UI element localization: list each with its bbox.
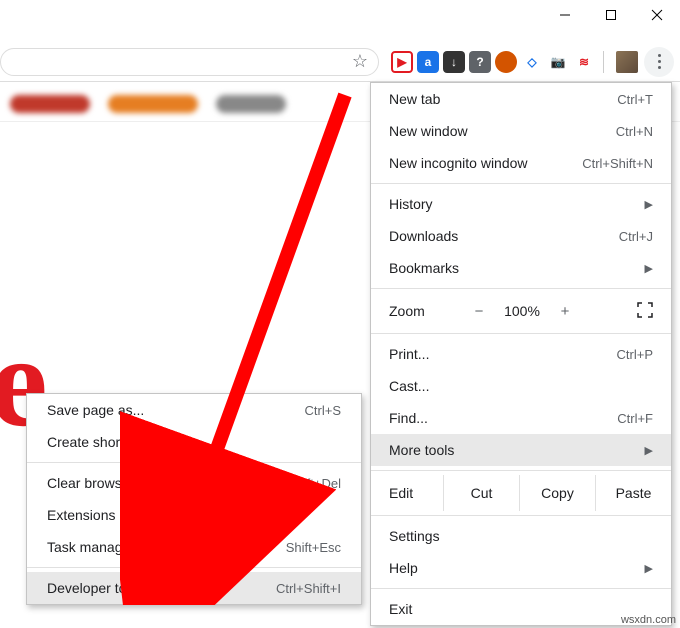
watermark: wsxdn.com <box>621 614 676 626</box>
browser-menu-button[interactable] <box>644 47 674 77</box>
menu-more-tools[interactable]: More tools▶ <box>371 434 671 466</box>
menu-new-tab[interactable]: New tabCtrl+T <box>371 83 671 115</box>
menu-print[interactable]: Print...Ctrl+P <box>371 338 671 370</box>
submenu-task-manager[interactable]: Task managerShift+Esc <box>27 531 361 563</box>
submenu-developer-tools[interactable]: Developer toolsCtrl+Shift+I <box>27 572 361 604</box>
bookmark-item[interactable] <box>10 95 90 113</box>
ext-red-play[interactable]: ▶ <box>391 51 413 73</box>
submenu-save-page[interactable]: Save page as...Ctrl+S <box>27 394 361 426</box>
zoom-value: 100% <box>497 303 547 319</box>
ext-tag[interactable]: ◇ <box>521 51 543 73</box>
browser-main-menu: New tabCtrl+T New windowCtrl+N New incog… <box>370 82 672 626</box>
paste-button[interactable]: Paste <box>595 475 671 511</box>
menu-history[interactable]: History▶ <box>371 188 671 220</box>
maximize-button[interactable] <box>588 0 634 30</box>
menu-help[interactable]: Help▶ <box>371 552 671 584</box>
bookmark-item[interactable] <box>216 95 286 113</box>
browser-toolbar: ☆ ▶a↓? ◇📷≋ <box>0 42 680 82</box>
cut-button[interactable]: Cut <box>443 475 519 511</box>
menu-zoom: Zoom − 100% + <box>371 293 671 329</box>
chevron-right-icon: ▶ <box>645 562 653 575</box>
menu-new-window[interactable]: New windowCtrl+N <box>371 115 671 147</box>
minimize-button[interactable] <box>542 0 588 30</box>
ext-camera[interactable]: 📷 <box>547 51 569 73</box>
edit-label: Edit <box>371 485 443 501</box>
profile-avatar[interactable] <box>616 51 638 73</box>
window-controls <box>542 0 680 30</box>
menu-bookmarks[interactable]: Bookmarks▶ <box>371 252 671 284</box>
copy-button[interactable]: Copy <box>519 475 595 511</box>
menu-settings[interactable]: Settings <box>371 520 671 552</box>
chevron-right-icon: ▶ <box>645 444 653 457</box>
zoom-out-button[interactable]: − <box>461 303 497 320</box>
toolbar-divider <box>603 51 604 73</box>
zoom-in-button[interactable]: + <box>547 303 583 320</box>
bookmark-item[interactable] <box>108 95 198 113</box>
address-bar[interactable]: ☆ <box>0 48 379 76</box>
more-tools-submenu: Save page as...Ctrl+S Create shortcut...… <box>26 393 362 605</box>
chevron-right-icon: ▶ <box>645 198 653 211</box>
bookmark-star-icon[interactable]: ☆ <box>352 51 368 72</box>
zoom-label: Zoom <box>389 303 461 319</box>
ext-png-download[interactable]: ↓ <box>443 51 465 73</box>
menu-downloads[interactable]: DownloadsCtrl+J <box>371 220 671 252</box>
menu-find[interactable]: Find...Ctrl+F <box>371 402 671 434</box>
submenu-clear-browsing-data[interactable]: Clear browsing data...Ctrl+Shift+Del <box>27 467 361 499</box>
submenu-extensions[interactable]: Extensions <box>27 499 361 531</box>
ext-avatar-circle[interactable] <box>495 51 517 73</box>
menu-cast[interactable]: Cast... <box>371 370 671 402</box>
fullscreen-icon[interactable] <box>637 302 653 321</box>
ext-whirl[interactable]: ≋ <box>573 51 595 73</box>
menu-edit-row: Edit Cut Copy Paste <box>371 475 671 511</box>
chevron-right-icon: ▶ <box>645 262 653 275</box>
submenu-create-shortcut[interactable]: Create shortcut... <box>27 426 361 458</box>
ext-question[interactable]: ? <box>469 51 491 73</box>
close-button[interactable] <box>634 0 680 30</box>
ext-blue-a[interactable]: a <box>417 51 439 73</box>
menu-new-incognito[interactable]: New incognito windowCtrl+Shift+N <box>371 147 671 179</box>
